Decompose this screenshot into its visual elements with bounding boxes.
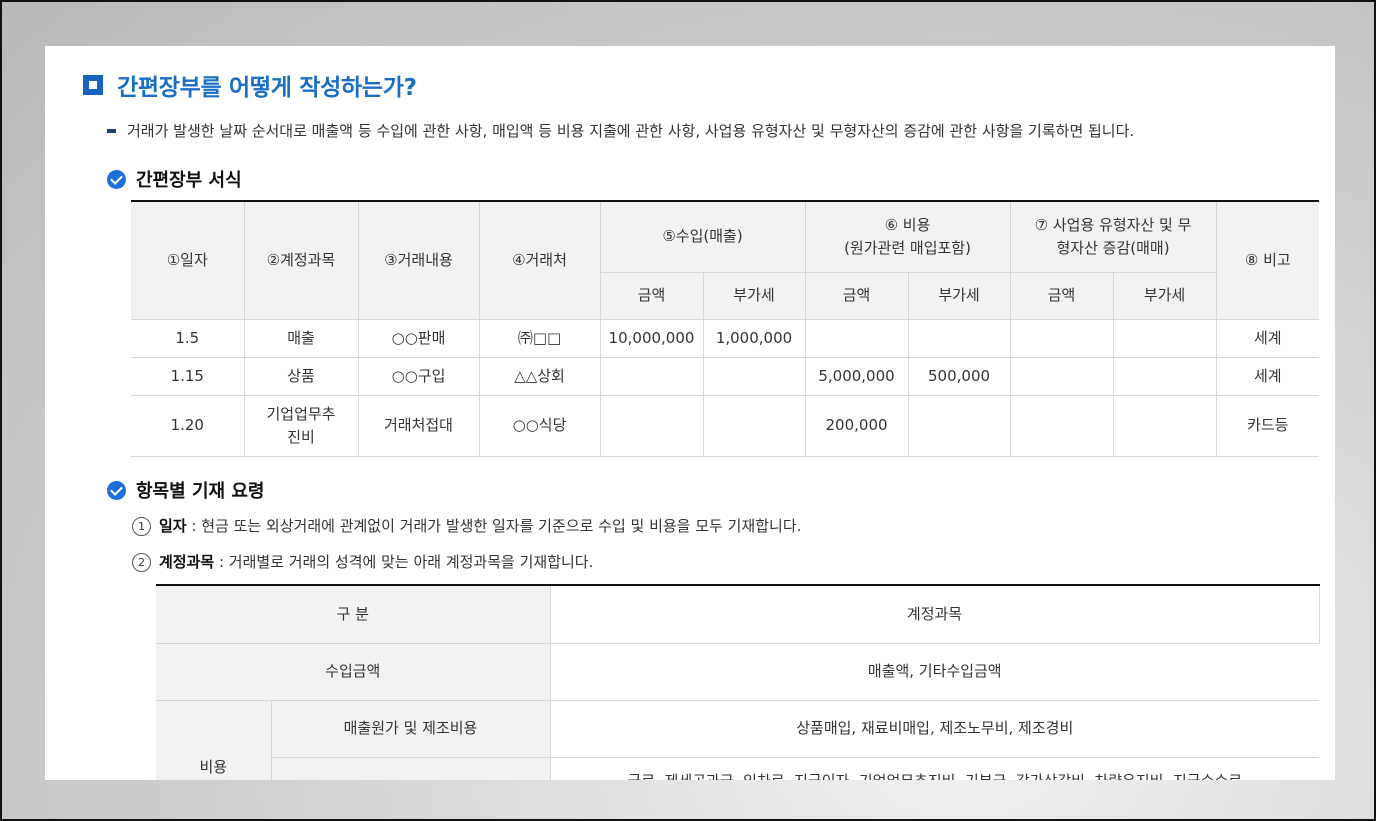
check-circle-icon bbox=[107, 480, 126, 500]
header-assets-line2: 형자산 증감(매매) bbox=[1056, 238, 1170, 257]
item-term: 계정과목 bbox=[159, 553, 215, 571]
list-item: 1 일자 : 현금 또는 외상거래에 관계없이 거래가 발생한 일자를 기준으로 … bbox=[132, 515, 801, 536]
cell-description: 거래처접대 bbox=[357, 394, 480, 457]
cell-expense-vat: 500,000 bbox=[907, 356, 1011, 396]
item-text: : 거래별로 거래의 성격에 맞는 아래 계정과목을 기재합니다. bbox=[214, 553, 594, 571]
lead-paragraph: 거래가 발생한 날짜 순서대로 매출액 등 수입에 관한 사항, 매입액 등 비… bbox=[107, 120, 1134, 141]
cell-partner: ○○식당 bbox=[478, 394, 601, 457]
cell-income-vat bbox=[702, 394, 806, 457]
cell-asset-amount bbox=[1009, 394, 1114, 457]
cell-accounts: 급료, 제세공과금, 임차료, 지급이자, 기업업무추진비, 기부금, 감가상각… bbox=[549, 756, 1319, 780]
header-partner: ④거래처 bbox=[478, 200, 601, 320]
section-heading-form: 간편장부 서식 bbox=[107, 166, 242, 192]
cell-group: 비용 bbox=[156, 699, 272, 780]
cell-remark: 세계 bbox=[1215, 356, 1320, 396]
check-circle-icon bbox=[107, 169, 126, 189]
item-term: 일자 bbox=[159, 517, 187, 535]
header-income-amount: 금액 bbox=[600, 271, 704, 320]
square-bullet-icon bbox=[83, 75, 103, 95]
item-text: : 현금 또는 외상거래에 관계없이 거래가 발생한 일자를 기준으로 수입 및… bbox=[186, 517, 802, 535]
cell-category: 수입금액 bbox=[156, 642, 551, 701]
cell-asset-vat bbox=[1112, 356, 1217, 396]
cell-account-line1: 기업업무추 bbox=[266, 404, 336, 423]
cell-group-label: 비용 bbox=[199, 757, 228, 776]
header-income-vat: 부가세 bbox=[702, 271, 806, 320]
cell-account-line2: 진비 bbox=[287, 427, 315, 446]
header-expense: ⑥ 비용 (원가관련 매입포함) bbox=[804, 200, 1011, 273]
cell-remark: 세계 bbox=[1215, 318, 1320, 358]
cell-expense-amount: 5,000,000 bbox=[804, 356, 909, 396]
cell-expense-vat bbox=[907, 394, 1011, 457]
cell-asset-amount bbox=[1009, 318, 1114, 358]
cell-expense-amount: 200,000 bbox=[804, 394, 909, 457]
table-row: 1.20 기업업무추 진비 거래처접대 ○○식당 200,000 카드등 bbox=[131, 394, 1320, 457]
cell-account: 매출 bbox=[243, 318, 359, 358]
dash-bullet-icon bbox=[107, 128, 116, 133]
document-page: 간편장부를 어떻게 작성하는가? 거래가 발생한 날짜 순서대로 매출액 등 수… bbox=[45, 46, 1335, 780]
circled-number-icon: 1 bbox=[132, 517, 151, 536]
page-title: 간편장부를 어떻게 작성하는가? bbox=[117, 75, 417, 101]
accounts-table: 구 분 계정과목 수입금액 매출액, 기타수입금액 비용 매출원가 및 제조비용… bbox=[156, 584, 1320, 780]
header-asset-amount: 금액 bbox=[1009, 271, 1114, 320]
cell-account: 기업업무추 진비 bbox=[243, 394, 359, 457]
list-item: 2 계정과목 : 거래별로 거래의 성격에 맞는 아래 계정과목을 기재합니다. bbox=[132, 551, 593, 572]
cell-description: ○○판매 bbox=[357, 318, 480, 358]
circled-number-icon: 2 bbox=[132, 553, 151, 572]
table-row: 1.5 매출 ○○판매 ㈜□□ 10,000,000 1,000,000 세계 bbox=[131, 318, 1320, 358]
cell-income-vat: 1,000,000 bbox=[702, 318, 806, 358]
header-expense-line2: (원가관련 매입포함) bbox=[844, 238, 971, 257]
cell-category: 매출원가 및 제조비용 bbox=[270, 699, 551, 758]
header-category: 구 분 bbox=[156, 584, 551, 644]
screen-frame: 간편장부를 어떻게 작성하는가? 거래가 발생한 날짜 순서대로 매출액 등 수… bbox=[0, 0, 1376, 821]
cell-remark: 카드등 bbox=[1215, 394, 1320, 457]
header-expense-vat: 부가세 bbox=[907, 271, 1011, 320]
cell-income-amount bbox=[599, 356, 704, 396]
lead-text: 거래가 발생한 날짜 순서대로 매출액 등 수입에 관한 사항, 매입액 등 비… bbox=[127, 122, 1135, 140]
cell-income-amount: 10,000,000 bbox=[599, 318, 704, 358]
section-heading-guide: 항목별 기재 요령 bbox=[107, 477, 264, 503]
ledger-table: ①일자 ②계정과목 ③거래내용 ④거래처 ⑤수입(매출) ⑥ 비용 (원가관련 … bbox=[131, 200, 1320, 457]
cell-income-vat bbox=[702, 356, 806, 396]
header-date: ①일자 bbox=[131, 200, 245, 320]
cell-income-amount bbox=[599, 394, 704, 457]
ledger-header-row: ①일자 ②계정과목 ③거래내용 ④거래처 ⑤수입(매출) ⑥ 비용 (원가관련 … bbox=[131, 200, 1320, 320]
table-row: 1.15 상품 ○○구입 △△상회 5,000,000 500,000 세계 bbox=[131, 356, 1320, 396]
cell-asset-vat bbox=[1112, 394, 1217, 457]
header-description: ③거래내용 bbox=[357, 200, 480, 320]
cell-partner: △△상회 bbox=[478, 356, 601, 396]
table-row: 비용 매출원가 및 제조비용 상품매입, 재료비매입, 제조노무비, 제조경비 bbox=[156, 699, 1319, 780]
header-remark: ⑧ 비고 bbox=[1215, 200, 1320, 320]
header-assets-line1: ⑦ 사업용 유형자산 및 무 bbox=[1034, 215, 1192, 234]
cell-date: 1.5 bbox=[131, 318, 245, 358]
header-expense-amount: 금액 bbox=[804, 271, 909, 320]
cell-category bbox=[271, 756, 551, 780]
section-title: 간편장부 서식 bbox=[136, 170, 242, 191]
cell-asset-amount bbox=[1009, 356, 1114, 396]
section-title: 항목별 기재 요령 bbox=[136, 481, 265, 502]
table-row: 급료, 제세공과금, 임차료, 지급이자, 기업업무추진비, 기부금, 감가상각… bbox=[156, 756, 1319, 780]
table-row: 수입금액 매출액, 기타수입금액 bbox=[156, 642, 1319, 701]
header-income: ⑤수입(매출) bbox=[599, 200, 806, 273]
cell-expense-vat bbox=[907, 318, 1011, 358]
cell-asset-vat bbox=[1112, 318, 1217, 358]
accounts-header-row: 구 분 계정과목 bbox=[156, 584, 1320, 644]
cell-expense-amount bbox=[804, 318, 909, 358]
header-account: ②계정과목 bbox=[243, 200, 359, 320]
header-expense-line1: ⑥ 비용 bbox=[884, 215, 931, 234]
cell-account: 상품 bbox=[243, 356, 359, 396]
header-accounts: 계정과목 bbox=[549, 584, 1320, 644]
cell-date: 1.15 bbox=[131, 356, 245, 396]
cell-partner: ㈜□□ bbox=[478, 318, 601, 358]
header-asset-vat: 부가세 bbox=[1112, 271, 1217, 320]
cell-description: ○○구입 bbox=[357, 356, 480, 396]
cell-accounts: 상품매입, 재료비매입, 제조노무비, 제조경비 bbox=[549, 699, 1319, 758]
cell-date: 1.20 bbox=[131, 394, 245, 457]
header-assets: ⑦ 사업용 유형자산 및 무 형자산 증감(매매) bbox=[1009, 200, 1217, 273]
cell-accounts: 매출액, 기타수입금액 bbox=[549, 642, 1319, 701]
page-title-row: 간편장부를 어떻게 작성하는가? bbox=[83, 68, 417, 102]
